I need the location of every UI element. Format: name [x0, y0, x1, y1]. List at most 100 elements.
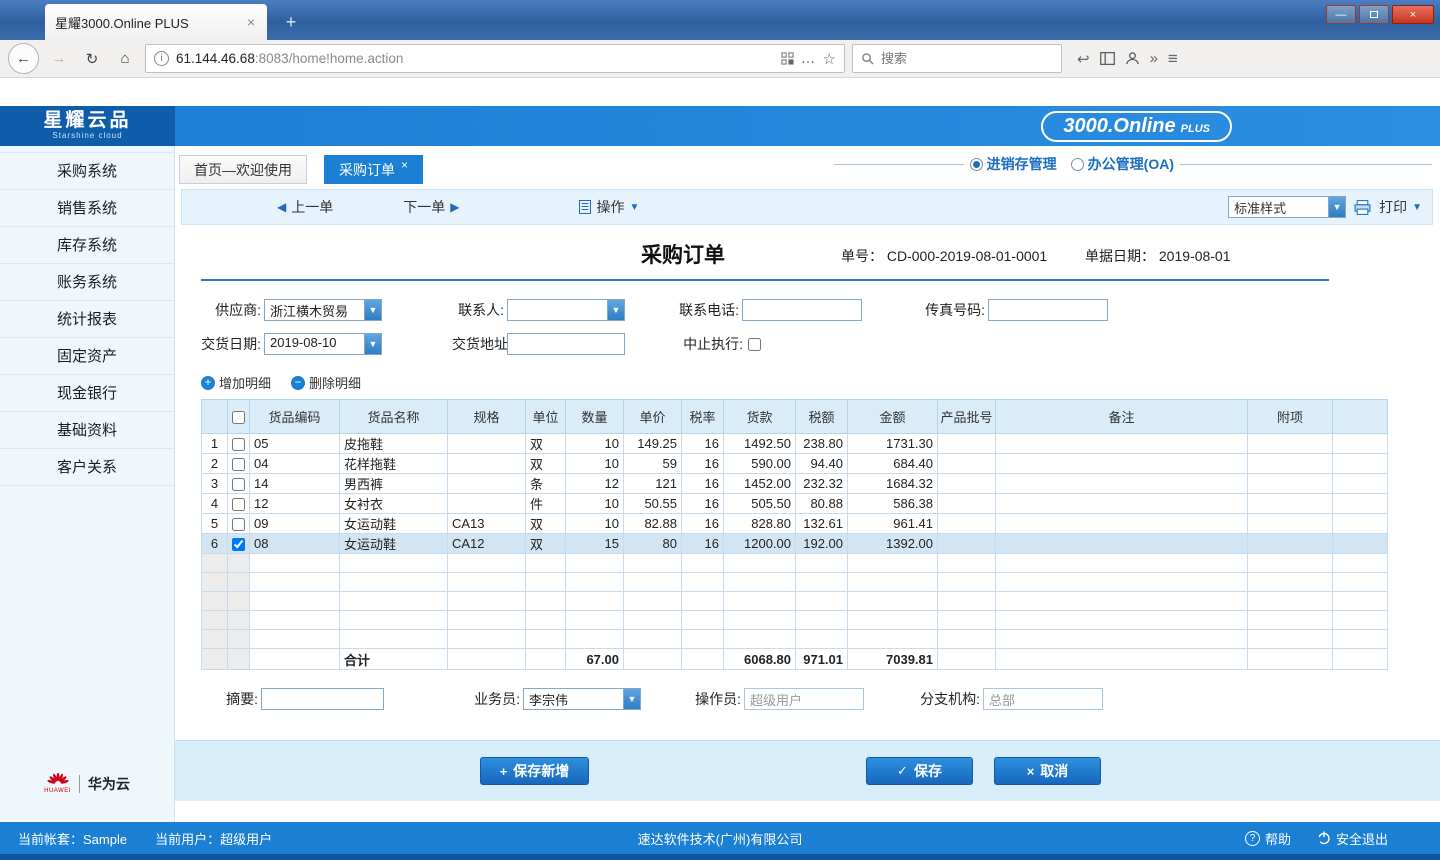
forward-button[interactable]: →: [46, 46, 72, 72]
add-detail-label: 增加明细: [219, 373, 271, 392]
chevron-down-icon[interactable]: ▼: [607, 300, 624, 320]
row-checkbox[interactable]: [232, 518, 245, 531]
cell-extra: [1248, 592, 1333, 611]
table-row-6[interactable]: 608女运动鞋CA12双1580161200.00192.001392.00: [202, 534, 1388, 554]
new-tab-button[interactable]: +: [278, 10, 304, 34]
select-all-checkbox[interactable]: [232, 411, 245, 424]
menu-icon[interactable]: ≡: [1168, 49, 1178, 69]
sidebar-item-8[interactable]: 基础资料: [0, 412, 174, 449]
sidebar-item-6[interactable]: 固定资产: [0, 338, 174, 375]
row-checkbox[interactable]: [232, 498, 245, 511]
row-checkbox[interactable]: [232, 478, 245, 491]
refresh-button[interactable]: ↻: [79, 46, 105, 72]
radio-icon[interactable]: [970, 158, 983, 171]
print-button[interactable]: 打印 ▼: [1379, 197, 1422, 217]
sidebar-item-4[interactable]: 账务系统: [0, 264, 174, 301]
cell-price: 82.88: [624, 514, 682, 534]
url-text[interactable]: 61.144.46.68:8083/home!home.action: [176, 51, 774, 66]
address-bar[interactable]: i 61.144.46.68:8083/home!home.action … ☆: [145, 44, 845, 73]
table-row-4[interactable]: 412女衬衣件1050.5516505.5080.88586.38: [202, 494, 1388, 514]
prev-order-button[interactable]: ◀ 上一单: [277, 197, 333, 217]
cell-check[interactable]: [228, 514, 250, 534]
radio-icon[interactable]: [1071, 158, 1084, 171]
sidebar-item-7[interactable]: 现金银行: [0, 375, 174, 412]
back-button[interactable]: ←: [8, 43, 39, 74]
page-actions-icon[interactable]: …: [801, 50, 816, 67]
column-header-filler: [1333, 400, 1388, 434]
print-style-select[interactable]: 标准样式 ▼: [1228, 196, 1346, 218]
cell-check[interactable]: [228, 534, 250, 554]
search-input[interactable]: [881, 51, 1021, 66]
delivery-addr-input[interactable]: [507, 333, 625, 355]
search-box[interactable]: [852, 44, 1062, 73]
account-icon[interactable]: [1125, 51, 1140, 66]
chevron-down-icon[interactable]: ▼: [1328, 197, 1345, 217]
phone-input[interactable]: [742, 299, 862, 321]
remove-detail-button[interactable]: − 删除明细: [291, 373, 361, 392]
save-new-button[interactable]: + 保存新增: [480, 757, 589, 785]
cancel-button[interactable]: × 取消: [994, 757, 1101, 785]
table-row-5[interactable]: 509女运动鞋CA13双1082.8816828.80132.61961.41: [202, 514, 1388, 534]
tab-close-icon[interactable]: ×: [401, 158, 408, 172]
save-button[interactable]: ✓ 保存: [866, 757, 973, 785]
print-icon[interactable]: [1354, 200, 1371, 215]
cell-code: 08: [250, 534, 340, 554]
table-row-3[interactable]: 314男西裤条12121161452.00232.321684.32: [202, 474, 1388, 494]
close-button[interactable]: ×: [1392, 5, 1434, 24]
sidebar-item-9[interactable]: 客户关系: [0, 449, 174, 486]
row-checkbox[interactable]: [232, 458, 245, 471]
cell-extra: [1248, 534, 1333, 554]
cell-name: 女运动鞋: [340, 514, 448, 534]
tab-purchase-order[interactable]: 采购订单 ×: [324, 155, 423, 184]
sidebars-icon[interactable]: [1100, 52, 1115, 65]
cell-amount: [848, 611, 938, 630]
chevron-down-icon[interactable]: ▼: [364, 334, 381, 354]
column-header-batch: 产品批号: [938, 400, 996, 434]
browser-tab[interactable]: 星耀3000.Online PLUS ×: [45, 4, 267, 40]
help-button[interactable]: ? 帮助: [1245, 829, 1291, 848]
memo-input[interactable]: [261, 688, 384, 710]
row-checkbox[interactable]: [232, 538, 245, 551]
cell-tax_rate: 16: [682, 494, 724, 514]
contact-select[interactable]: ▼: [507, 299, 625, 321]
sidebar-item-1[interactable]: 采购系统: [0, 153, 174, 190]
delivery-date-select[interactable]: 2019-08-10 ▼: [264, 333, 382, 355]
add-detail-button[interactable]: + 增加明细: [201, 373, 271, 392]
operation-menu-button[interactable]: 操作 ▼: [579, 197, 639, 217]
chevron-down-icon[interactable]: ▼: [364, 300, 381, 320]
row-checkbox[interactable]: [232, 438, 245, 451]
tab-close-icon[interactable]: ×: [245, 14, 257, 30]
help-icon: ?: [1245, 831, 1260, 846]
sidebar-item-3[interactable]: 库存系统: [0, 227, 174, 264]
mode-option-2[interactable]: 办公管理(OA): [1071, 154, 1174, 174]
cell-name: 皮拖鞋: [340, 434, 448, 454]
chevron-down-icon[interactable]: ▼: [623, 689, 640, 709]
abort-checkbox[interactable]: [748, 338, 761, 351]
maximize-icon: [1370, 11, 1378, 18]
logout-button[interactable]: 安全退出: [1317, 829, 1388, 848]
cell-price: [624, 649, 682, 670]
tab-home[interactable]: 首页—欢迎使用: [179, 155, 307, 184]
sync-icon[interactable]: ↩: [1077, 50, 1090, 68]
overflow-icon[interactable]: »: [1150, 50, 1158, 67]
info-icon[interactable]: i: [154, 51, 169, 66]
fax-input[interactable]: [988, 299, 1108, 321]
cell-check[interactable]: [228, 434, 250, 454]
sidebar-item-2[interactable]: 销售系统: [0, 190, 174, 227]
qr-scan-icon[interactable]: [781, 52, 794, 65]
next-order-button[interactable]: 下一单 ▶: [403, 197, 459, 217]
cell-check[interactable]: [228, 454, 250, 474]
home-button[interactable]: ⌂: [112, 46, 138, 72]
sidebar-item-5[interactable]: 统计报表: [0, 301, 174, 338]
salesman-select[interactable]: 李宗伟 ▼: [523, 688, 641, 710]
maximize-button[interactable]: [1359, 5, 1389, 24]
bookmark-star-icon[interactable]: ☆: [823, 50, 836, 68]
table-row-1[interactable]: 105皮拖鞋双10149.25161492.50238.801731.30: [202, 434, 1388, 454]
cell-check[interactable]: [228, 474, 250, 494]
header-select-all[interactable]: [228, 400, 250, 434]
minimize-button[interactable]: —: [1326, 5, 1356, 24]
mode-option-1[interactable]: 进销存管理: [970, 154, 1057, 174]
cell-check[interactable]: [228, 494, 250, 514]
table-row-2[interactable]: 204花样拖鞋双105916590.0094.40684.40: [202, 454, 1388, 474]
supplier-select[interactable]: 浙江横木贸易 ▼: [264, 299, 382, 321]
